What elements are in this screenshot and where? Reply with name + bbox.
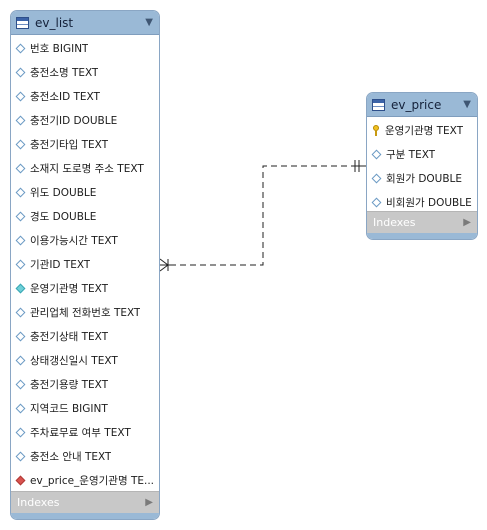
column-icon	[15, 355, 26, 365]
table-title: ev_list	[35, 15, 74, 30]
crowsfoot-prong-bottom	[159, 264, 169, 272]
column-label: 상태갱신일시 TEXT	[30, 354, 118, 367]
column-icon	[371, 197, 382, 207]
column-icon	[15, 139, 26, 149]
indexes-section[interactable]: Indexes ▶	[367, 211, 477, 233]
column-label: 경도 DOUBLE	[30, 210, 97, 223]
column-label: 충전소ID TEXT	[30, 90, 100, 103]
table-header[interactable]: ev_list ▼	[11, 11, 159, 35]
column-icon	[15, 451, 26, 461]
column-row[interactable]: 번호 BIGINT	[11, 36, 159, 60]
column-row[interactable]: 회원가 DOUBLE	[367, 166, 477, 190]
column-row[interactable]: 충전기ID DOUBLE	[11, 108, 159, 132]
column-row[interactable]: 충전소ID TEXT	[11, 84, 159, 108]
column-label: 구분 TEXT	[386, 148, 436, 161]
indexes-section[interactable]: Indexes ▶	[11, 491, 159, 513]
indexed-column-icon	[15, 283, 26, 293]
column-icon	[15, 307, 26, 317]
table-footer	[367, 233, 477, 239]
column-label: 충전기ID DOUBLE	[30, 114, 118, 127]
table-footer	[11, 513, 159, 519]
column-label: 충전소명 TEXT	[30, 66, 99, 79]
column-row[interactable]: 충전소 안내 TEXT	[11, 444, 159, 468]
column-row[interactable]: 충전기타입 TEXT	[11, 132, 159, 156]
expand-arrow-icon[interactable]: ▶	[145, 497, 153, 508]
column-label: 충전기용량 TEXT	[30, 378, 109, 391]
column-icon	[15, 187, 26, 197]
column-row[interactable]: 위도 DOUBLE	[11, 180, 159, 204]
column-row[interactable]: 주차료무료 여부 TEXT	[11, 420, 159, 444]
column-icon	[15, 259, 26, 269]
column-icon	[15, 211, 26, 221]
column-label: 회원가 DOUBLE	[386, 172, 463, 185]
column-label: 기관ID TEXT	[30, 258, 91, 271]
table-header[interactable]: ev_price ▼	[367, 93, 477, 117]
table-title: ev_price	[391, 97, 442, 112]
column-icon	[15, 91, 26, 101]
column-label: 비회원가 DOUBLE	[386, 196, 472, 209]
column-icon	[15, 427, 26, 437]
column-label: 관리업체 전화번호 TEXT	[30, 306, 141, 319]
column-icon	[15, 163, 26, 173]
collapse-arrow-icon[interactable]: ▼	[463, 99, 471, 110]
column-label: 이용가능시간 TEXT	[30, 234, 118, 247]
column-row[interactable]: 충전소명 TEXT	[11, 60, 159, 84]
column-label: 소재지 도로명 주소 TEXT	[30, 162, 144, 175]
column-row[interactable]: 운영기관명 TEXT	[11, 276, 159, 300]
relationship-line	[160, 165, 366, 266]
table-icon	[16, 16, 29, 29]
indexes-label: Indexes	[17, 496, 60, 509]
column-row[interactable]: 소재지 도로명 주소 TEXT	[11, 156, 159, 180]
foreign-key-icon	[15, 475, 26, 485]
column-row[interactable]: ev_price_운영기관명 TE...	[11, 468, 159, 492]
column-row[interactable]: 관리업체 전화번호 TEXT	[11, 300, 159, 324]
table-icon	[372, 98, 385, 111]
column-icon	[15, 331, 26, 341]
table-ev-price[interactable]: ev_price ▼ 운영기관명 TEXT 구분 TEXT 회원가 DOUBLE 비회…	[366, 92, 478, 240]
column-row[interactable]: 구분 TEXT	[367, 142, 477, 166]
column-row[interactable]: 지역코드 BIGINT	[11, 396, 159, 420]
expand-arrow-icon[interactable]: ▶	[463, 217, 471, 228]
column-icon	[15, 67, 26, 77]
column-icon	[15, 43, 26, 53]
column-row[interactable]: 기관ID TEXT	[11, 252, 159, 276]
column-label: 충전소 안내 TEXT	[30, 450, 112, 463]
column-icon	[15, 115, 26, 125]
column-icon	[371, 149, 382, 159]
column-label: 운영기관명 TEXT	[385, 124, 464, 137]
column-label: 충전기상태 TEXT	[30, 330, 109, 343]
column-icon	[15, 403, 26, 413]
column-row[interactable]: 충전기용량 TEXT	[11, 372, 159, 396]
column-label: 주차료무료 여부 TEXT	[30, 426, 131, 439]
collapse-arrow-icon[interactable]: ▼	[145, 17, 153, 28]
column-row[interactable]: 이용가능시간 TEXT	[11, 228, 159, 252]
primary-key-icon	[372, 124, 380, 136]
column-label: 지역코드 BIGINT	[30, 402, 108, 415]
column-label: ev_price_운영기관명 TE...	[30, 474, 155, 487]
column-list: 운영기관명 TEXT 구분 TEXT 회원가 DOUBLE 비회원가 DOUBLE	[367, 117, 477, 214]
column-row[interactable]: 경도 DOUBLE	[11, 204, 159, 228]
column-icon	[15, 235, 26, 245]
column-label: 운영기관명 TEXT	[30, 282, 109, 295]
column-icon	[15, 379, 26, 389]
column-list: 번호 BIGINT 충전소명 TEXT 충전소ID TEXT 충전기ID DOUBLE…	[11, 35, 159, 492]
column-row[interactable]: 운영기관명 TEXT	[367, 118, 477, 142]
indexes-label: Indexes	[373, 216, 416, 229]
column-label: 충전기타입 TEXT	[30, 138, 109, 151]
table-ev-list[interactable]: ev_list ▼ 번호 BIGINT 충전소명 TEXT 충전소ID TEXT 충전…	[10, 10, 160, 520]
column-row[interactable]: 상태갱신일시 TEXT	[11, 348, 159, 372]
column-row[interactable]: 충전기상태 TEXT	[11, 324, 159, 348]
crowsfoot-prong-top	[159, 258, 169, 266]
column-label: 위도 DOUBLE	[30, 186, 97, 199]
column-icon	[371, 173, 382, 183]
column-label: 번호 BIGINT	[30, 42, 89, 55]
